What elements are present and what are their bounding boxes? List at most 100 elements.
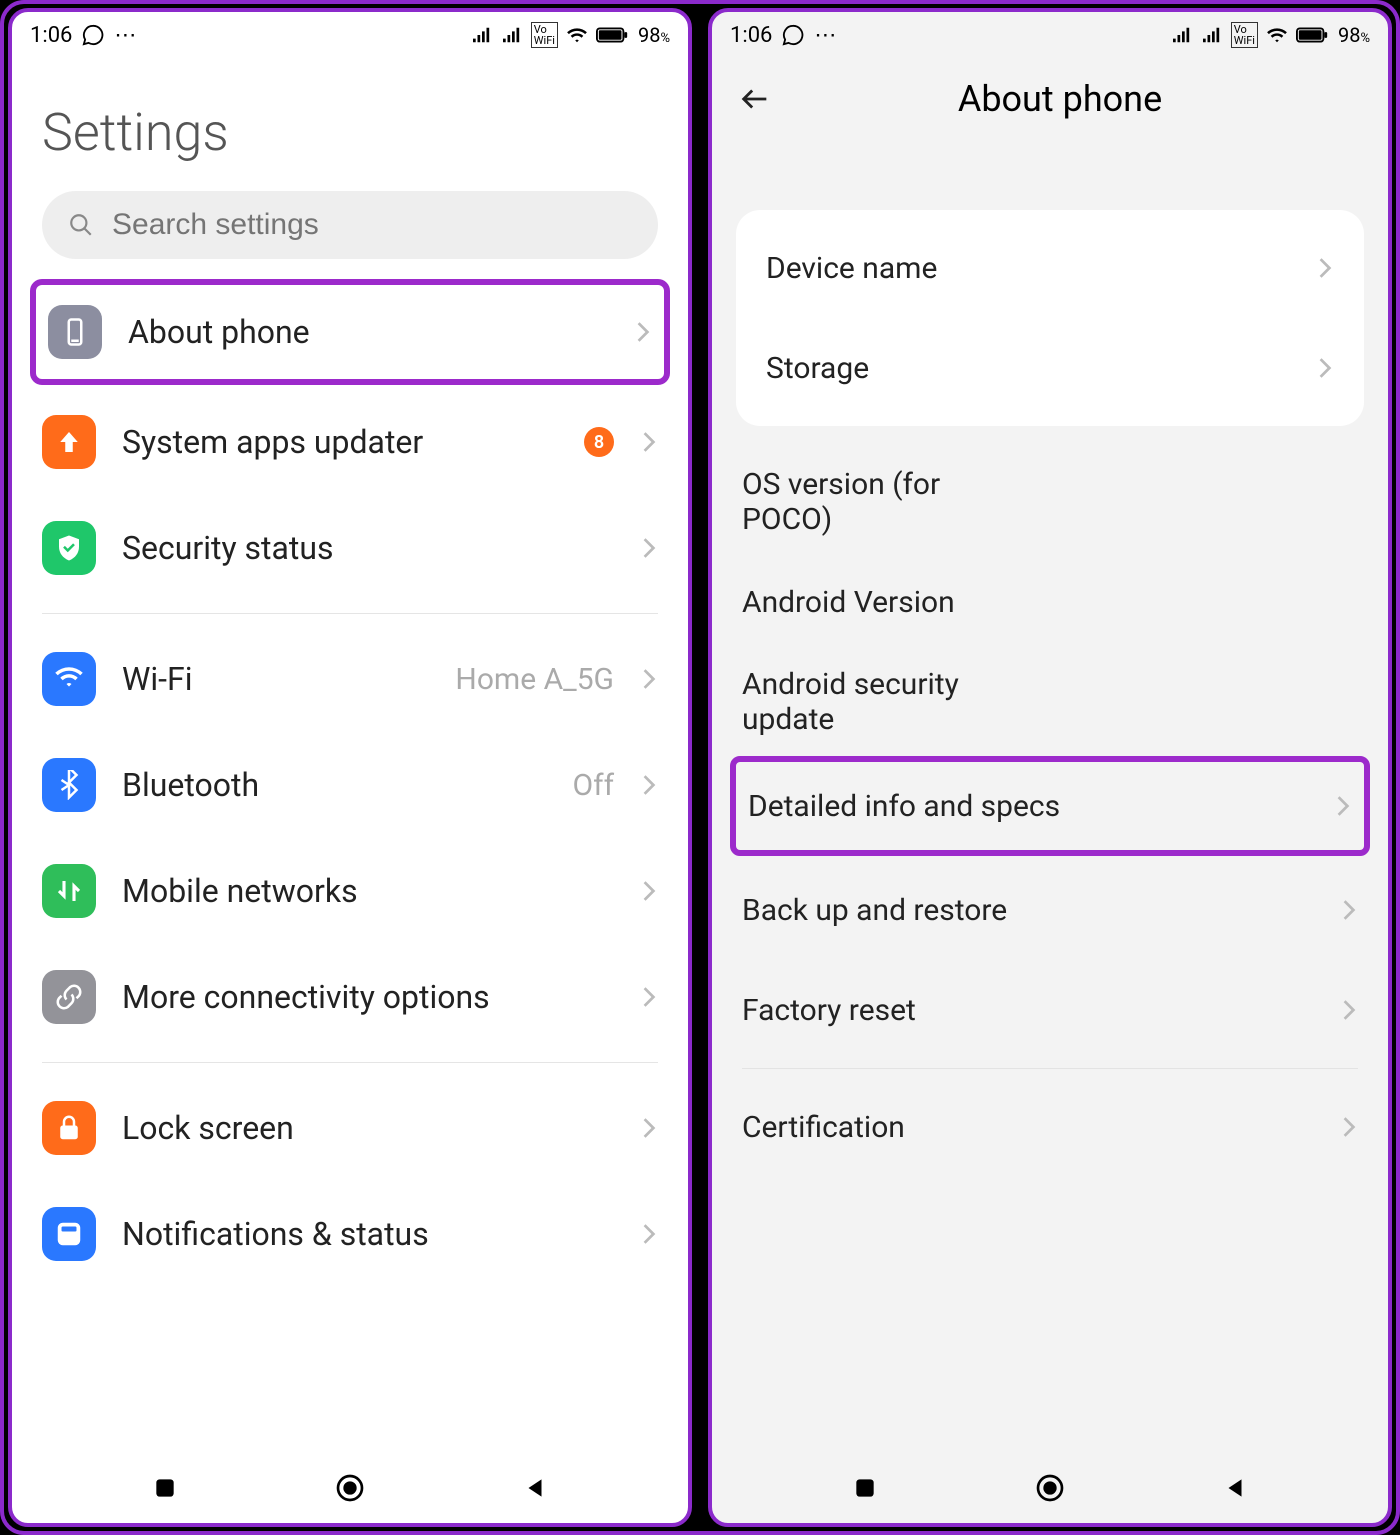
row-label: Detailed info and specs xyxy=(748,789,1314,824)
chevron-right-icon xyxy=(1340,899,1358,921)
chevron-right-icon xyxy=(1340,999,1358,1021)
home-button[interactable] xyxy=(1030,1468,1070,1508)
battery-pct: 98 xyxy=(638,23,660,47)
item-value: Off xyxy=(573,768,615,803)
row-label: Device name xyxy=(766,251,1296,286)
item-label: Bluetooth xyxy=(122,766,547,804)
battery-icon xyxy=(1296,26,1330,44)
item-label: Mobile networks xyxy=(122,872,614,910)
up-icon xyxy=(42,415,96,469)
section-divider xyxy=(42,1062,658,1063)
item-label: Wi-Fi xyxy=(122,660,429,698)
battery-pct: 98 xyxy=(1338,23,1360,47)
chevron-right-icon xyxy=(640,774,658,796)
status-bar: 1:06 ⋯ VoWiFi 98% xyxy=(712,12,1388,58)
about-phone-screen: 1:06 ⋯ VoWiFi 98% About phone Device nam… xyxy=(708,8,1392,1527)
item-label: Lock screen xyxy=(122,1109,614,1147)
status-time: 1:06 xyxy=(30,23,72,48)
device-card: Device name Storage xyxy=(736,210,1364,426)
settings-item-lock[interactable]: Lock screen xyxy=(12,1075,688,1181)
chevron-right-icon xyxy=(640,986,658,1008)
wifi-icon xyxy=(42,652,96,706)
row-certification[interactable]: Certification xyxy=(712,1077,1388,1177)
search-input[interactable] xyxy=(110,207,632,243)
page-title: Settings xyxy=(12,58,688,191)
row-label: Android security update xyxy=(742,667,1002,737)
settings-item-wifi[interactable]: Wi-Fi Home A_5G xyxy=(12,626,688,732)
more-dots-icon: ⋯ xyxy=(114,23,136,48)
item-label: Security status xyxy=(122,529,614,567)
section-divider xyxy=(42,613,658,614)
chevron-right-icon xyxy=(1334,795,1352,817)
signal-icon xyxy=(471,26,493,44)
chevron-right-icon xyxy=(640,1117,658,1139)
row-label: OS version (for POCO) xyxy=(742,467,1002,537)
row-storage[interactable]: Storage xyxy=(736,318,1364,418)
row-label: Certification xyxy=(742,1110,1320,1145)
chevron-right-icon xyxy=(640,537,658,559)
chevron-right-icon xyxy=(634,321,652,343)
swap-icon xyxy=(42,864,96,918)
settings-item-notif[interactable]: Notifications & status xyxy=(12,1181,688,1287)
badge: 8 xyxy=(584,427,614,457)
recent-button[interactable] xyxy=(845,1468,885,1508)
wifi-icon xyxy=(1266,26,1288,44)
chevron-right-icon xyxy=(1316,257,1334,279)
signal-icon xyxy=(1201,26,1223,44)
link-icon xyxy=(42,970,96,1024)
row-device-name[interactable]: Device name xyxy=(736,218,1364,318)
signal-icon xyxy=(1171,26,1193,44)
settings-item-swap[interactable]: Mobile networks xyxy=(12,838,688,944)
item-label: About phone xyxy=(128,313,608,351)
settings-item-shield[interactable]: Security status xyxy=(12,495,688,601)
bt-icon xyxy=(42,758,96,812)
row-label: Back up and restore xyxy=(742,893,1320,928)
chevron-right-icon xyxy=(1340,1116,1358,1138)
signal-icon xyxy=(501,26,523,44)
settings-item-phone[interactable]: About phone xyxy=(30,279,670,385)
whatsapp-icon xyxy=(782,24,804,46)
recent-button[interactable] xyxy=(145,1468,185,1508)
row-label: Storage xyxy=(766,351,1296,386)
vowifi-icon: VoWiFi xyxy=(531,22,558,48)
lock-icon xyxy=(42,1101,96,1155)
settings-item-bt[interactable]: Bluetooth Off xyxy=(12,732,688,838)
chevron-right-icon xyxy=(640,880,658,902)
battery-icon xyxy=(596,26,630,44)
nav-bar xyxy=(712,1453,1388,1523)
whatsapp-icon xyxy=(82,24,104,46)
chevron-right-icon xyxy=(640,668,658,690)
row-label: Factory reset xyxy=(742,993,1320,1028)
item-label: Notifications & status xyxy=(122,1215,614,1253)
search-icon xyxy=(68,212,94,238)
item-value: Home A_5G xyxy=(455,662,614,697)
item-label: System apps updater xyxy=(122,423,558,461)
section-divider xyxy=(742,1068,1358,1069)
status-bar: 1:06 ⋯ VoWiFi 98% xyxy=(12,12,688,58)
phone-icon xyxy=(48,305,102,359)
settings-item-up[interactable]: System apps updater 8 xyxy=(12,389,688,495)
nav-bar xyxy=(12,1453,688,1523)
row-back-up-and-restore[interactable]: Back up and restore xyxy=(712,860,1388,960)
wifi-icon xyxy=(566,26,588,44)
home-button[interactable] xyxy=(330,1468,370,1508)
back-icon[interactable] xyxy=(738,82,772,116)
chevron-right-icon xyxy=(640,1223,658,1245)
row-label: Android Version xyxy=(742,585,1002,620)
item-label: More connectivity options xyxy=(122,978,614,1016)
settings-screen: 1:06 ⋯ VoWiFi 98% Settings About phone Sy… xyxy=(8,8,692,1527)
chevron-right-icon xyxy=(1316,357,1334,379)
notif-icon xyxy=(42,1207,96,1261)
row-android-security-update[interactable]: Android security update xyxy=(712,652,1388,752)
row-detailed-info-and-specs[interactable]: Detailed info and specs xyxy=(730,756,1370,856)
back-button[interactable] xyxy=(515,1468,555,1508)
row-android-version[interactable]: Android Version xyxy=(712,552,1388,652)
settings-item-link[interactable]: More connectivity options xyxy=(12,944,688,1050)
row-factory-reset[interactable]: Factory reset xyxy=(712,960,1388,1060)
page-title: About phone xyxy=(808,78,1312,120)
back-button[interactable] xyxy=(1215,1468,1255,1508)
vowifi-icon: VoWiFi xyxy=(1231,22,1258,48)
search-bar[interactable] xyxy=(42,191,658,259)
row-os-version-for-poco-[interactable]: OS version (for POCO) xyxy=(712,452,1388,552)
chevron-right-icon xyxy=(640,431,658,453)
